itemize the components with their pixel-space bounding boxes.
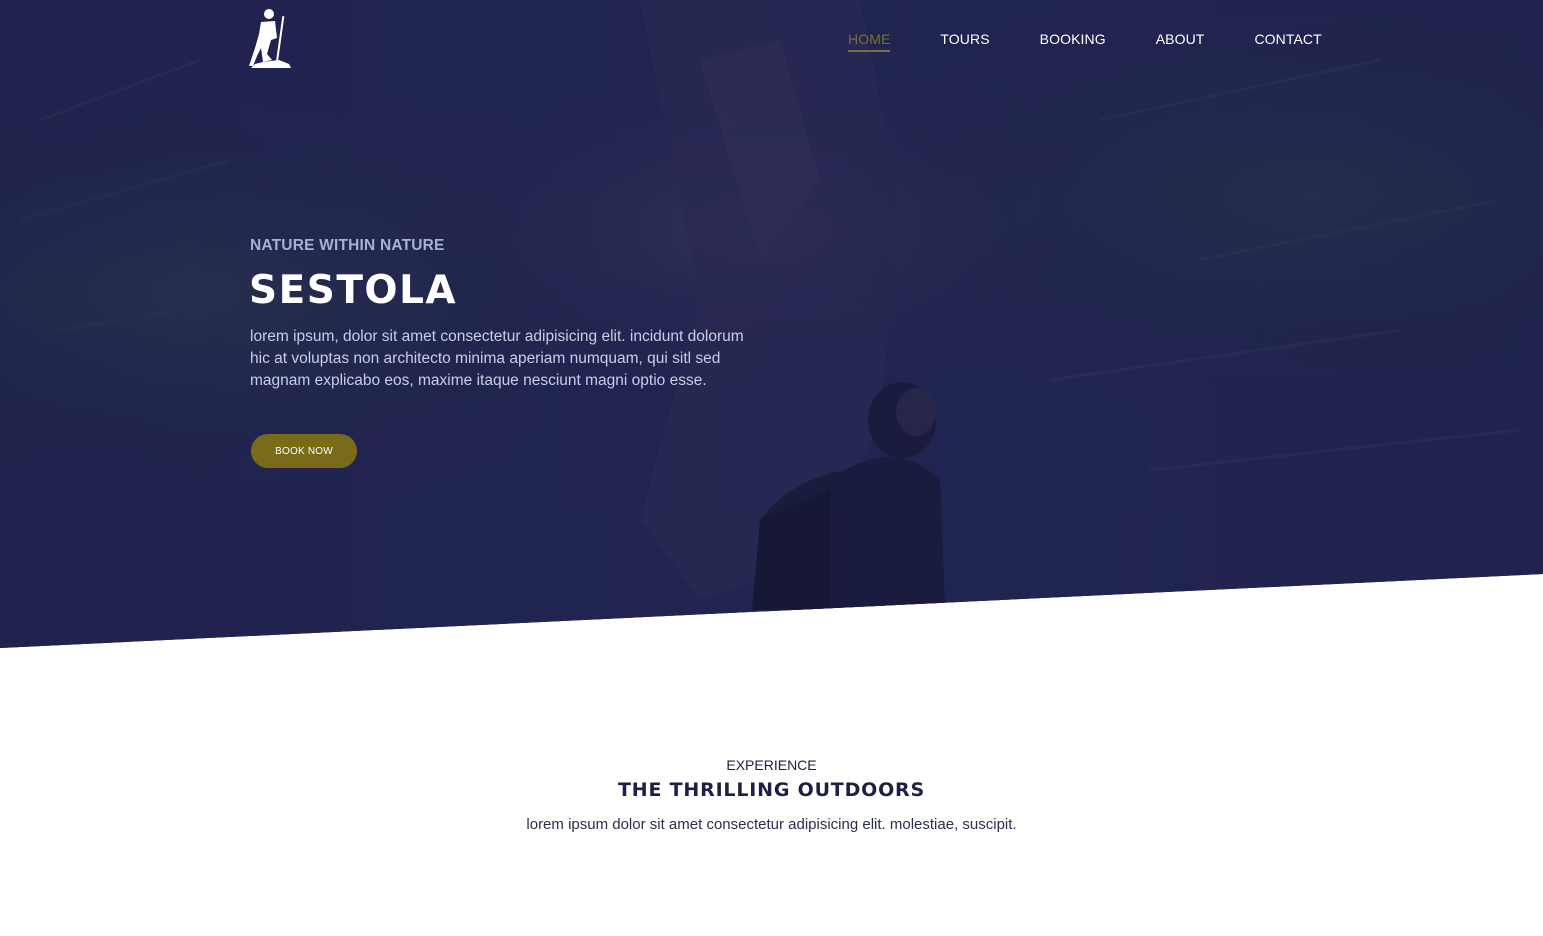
hero-overlay — [0, 0, 1543, 648]
nav-contact[interactable]: CONTACT — [1254, 31, 1321, 47]
experience-description: lorem ipsum dolor sit amet consectetur a… — [526, 816, 1017, 833]
hero-kicker: NATURE WITHIN NATURE — [250, 237, 445, 254]
page: HOME TOURS BOOKING ABOUT CONTACT NATURE … — [0, 0, 1543, 936]
experience-title: THE THRILLING OUTDOORS — [618, 779, 925, 801]
hero-title: SESTOLA — [249, 268, 458, 313]
book-now-button[interactable]: BOOK NOW — [251, 434, 357, 468]
nav-home[interactable]: HOME — [848, 31, 891, 52]
hiker-logo-icon[interactable] — [249, 8, 293, 70]
nav-tours[interactable]: TOURS — [940, 31, 989, 47]
nav-about[interactable]: ABOUT — [1156, 31, 1205, 47]
nav-booking[interactable]: BOOKING — [1040, 31, 1106, 47]
experience-kicker: EXPERIENCE — [726, 757, 817, 773]
hero-description: lorem ipsum, dolor sit amet consectetur … — [250, 328, 744, 389]
hero-section — [0, 0, 1543, 648]
main-nav: HOME TOURS BOOKING ABOUT CONTACT — [848, 31, 1322, 52]
